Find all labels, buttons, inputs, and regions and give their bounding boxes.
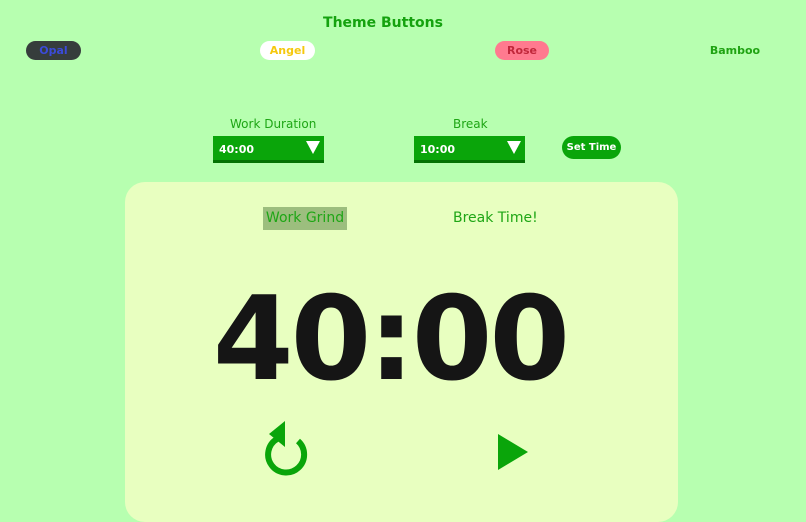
theme-opal-button[interactable]: Opal	[26, 41, 81, 60]
break-duration-value: 10:00	[420, 143, 456, 156]
reset-icon[interactable]	[265, 419, 315, 479]
timer-panel: Work Grind Break Time! 40:00	[125, 182, 678, 522]
break-duration-select[interactable]: 10:00	[414, 136, 525, 163]
break-label: Break	[453, 117, 488, 131]
work-duration-label: Work Duration	[230, 117, 317, 131]
set-time-button[interactable]: Set Time	[562, 136, 621, 159]
dropdown-arrow-icon	[306, 141, 320, 154]
theme-angel-button[interactable]: Angel	[260, 41, 315, 60]
timer-display: 40:00	[212, 272, 570, 407]
theme-bamboo-button[interactable]: Bamboo	[706, 41, 764, 60]
theme-rose-button[interactable]: Rose	[495, 41, 549, 60]
tab-work-grind[interactable]: Work Grind	[263, 207, 347, 230]
work-duration-value: 40:00	[219, 143, 255, 156]
tab-break-time[interactable]: Break Time!	[453, 208, 538, 229]
work-duration-select[interactable]: 40:00	[213, 136, 324, 163]
theme-heading: Theme Buttons	[323, 15, 443, 31]
play-icon[interactable]	[496, 432, 530, 472]
dropdown-arrow-icon	[507, 141, 521, 154]
